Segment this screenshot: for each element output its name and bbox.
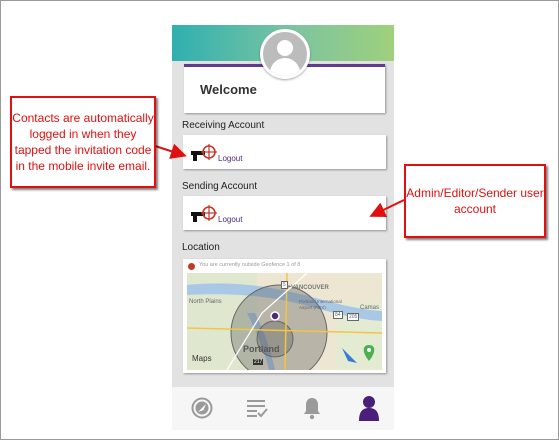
admin-callout-text: Admin/Editor/Sender user account	[406, 186, 544, 216]
admin-callout: Admin/Editor/Sender user account	[404, 164, 546, 238]
admin-arrow	[369, 199, 405, 217]
contacts-arrow	[151, 143, 187, 159]
contacts-callout: Contacts are automatically logged in whe…	[10, 96, 156, 188]
contacts-callout-text: Contacts are automatically logged in whe…	[12, 111, 154, 173]
